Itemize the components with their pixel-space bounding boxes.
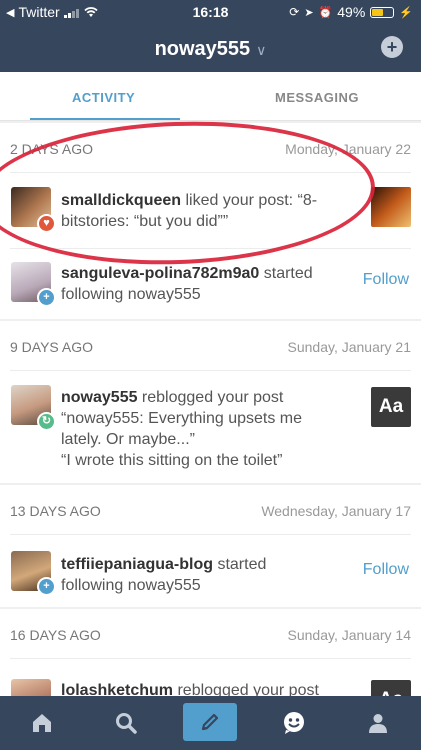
activity-smiley-icon[interactable] <box>264 696 324 750</box>
section-date: Sunday, January 21 <box>287 339 412 355</box>
post-quote: “I wrote this sitting on the toilet” <box>61 452 283 469</box>
blog-title: noway555 <box>154 38 251 60</box>
blog-switcher[interactable]: noway555 ∨ <box>0 38 421 61</box>
search-icon[interactable] <box>96 696 156 750</box>
notification-row[interactable]: + teffiiepaniagua-blog started following… <box>0 535 421 607</box>
location-icon: ➤ <box>304 6 314 19</box>
action-text: following noway555 <box>61 286 201 303</box>
tab-activity[interactable]: ACTIVITY <box>72 90 135 105</box>
battery-icon <box>370 6 395 18</box>
action-text: reblogged your post <box>173 682 319 696</box>
active-tab-indicator <box>30 118 180 120</box>
battery-percent: 49% <box>337 4 366 20</box>
section-date: Wednesday, January 17 <box>261 503 411 519</box>
top-bar: ◀ Twitter 16:18 ⟳ ➤ ⏰ 49% ⚡ noway555 ∨ + <box>0 0 421 72</box>
section-ago: 16 DAYS AGO <box>10 627 101 643</box>
notification-text: sanguleva-polina782m9a0 started followin… <box>61 263 313 305</box>
username[interactable]: sanguleva-polina782m9a0 <box>61 265 259 282</box>
create-post-button[interactable] <box>183 703 237 741</box>
pencil-icon <box>201 713 219 731</box>
plus-icon: + <box>37 577 56 596</box>
section-header: 9 DAYS AGO Sunday, January 21 <box>0 321 421 371</box>
battery-fill <box>372 8 384 16</box>
action-text: reblogged your post <box>137 389 284 406</box>
post-quote: lately. Or maybe...” <box>61 431 195 448</box>
alarm-icon: ⏰ <box>318 6 333 19</box>
avatar[interactable] <box>11 679 51 696</box>
status-bar: ◀ Twitter 16:18 ⟳ ➤ ⏰ 49% ⚡ <box>0 0 421 24</box>
username[interactable]: lolashketchum <box>61 682 173 696</box>
account-icon[interactable] <box>348 696 408 750</box>
follow-button[interactable]: Follow <box>363 561 409 579</box>
plus-icon: + <box>37 288 56 307</box>
notification-text: noway555 reblogged your post “noway555: … <box>61 387 302 471</box>
section-date: Sunday, January 14 <box>287 627 412 643</box>
action-text: started <box>213 556 267 573</box>
text-post-thumbnail[interactable]: Aa <box>371 387 411 427</box>
section-ago: 13 DAYS AGO <box>10 503 101 519</box>
post-quote: “noway555: Everything upsets me <box>61 410 303 427</box>
chevron-down-icon: ∨ <box>256 42 267 58</box>
username[interactable]: teffiiepaniagua-blog <box>61 556 213 573</box>
post-thumbnail[interactable] <box>371 187 411 227</box>
activity-tabs: ACTIVITY MESSAGING <box>0 72 421 121</box>
section-ago: 9 DAYS AGO <box>10 339 93 355</box>
notification-text: lolashketchum reblogged your post <box>61 680 319 696</box>
text-post-thumbnail[interactable]: Aa <box>371 680 411 696</box>
bottom-nav <box>0 696 421 750</box>
follow-button[interactable]: Follow <box>354 271 409 289</box>
tab-messaging[interactable]: MESSAGING <box>275 90 359 105</box>
charging-icon: ⚡ <box>399 6 413 19</box>
notification-text: teffiiepaniagua-blog started following n… <box>61 554 266 596</box>
action-text: following noway555 <box>61 577 201 594</box>
rotation-lock-icon: ⟳ <box>289 5 300 19</box>
notification-row[interactable]: ↻ noway555 reblogged your post “noway555… <box>0 371 421 483</box>
reblog-icon: ↻ <box>37 412 56 431</box>
section-header: 13 DAYS AGO Wednesday, January 17 <box>0 485 421 535</box>
home-icon[interactable] <box>12 696 72 750</box>
section-header: 16 DAYS AGO Sunday, January 14 <box>0 609 421 659</box>
notification-row[interactable]: lolashketchum reblogged your post Aa <box>0 659 421 696</box>
new-message-icon[interactable]: + <box>381 36 403 58</box>
username[interactable]: noway555 <box>61 389 137 406</box>
action-text: started <box>259 265 313 282</box>
